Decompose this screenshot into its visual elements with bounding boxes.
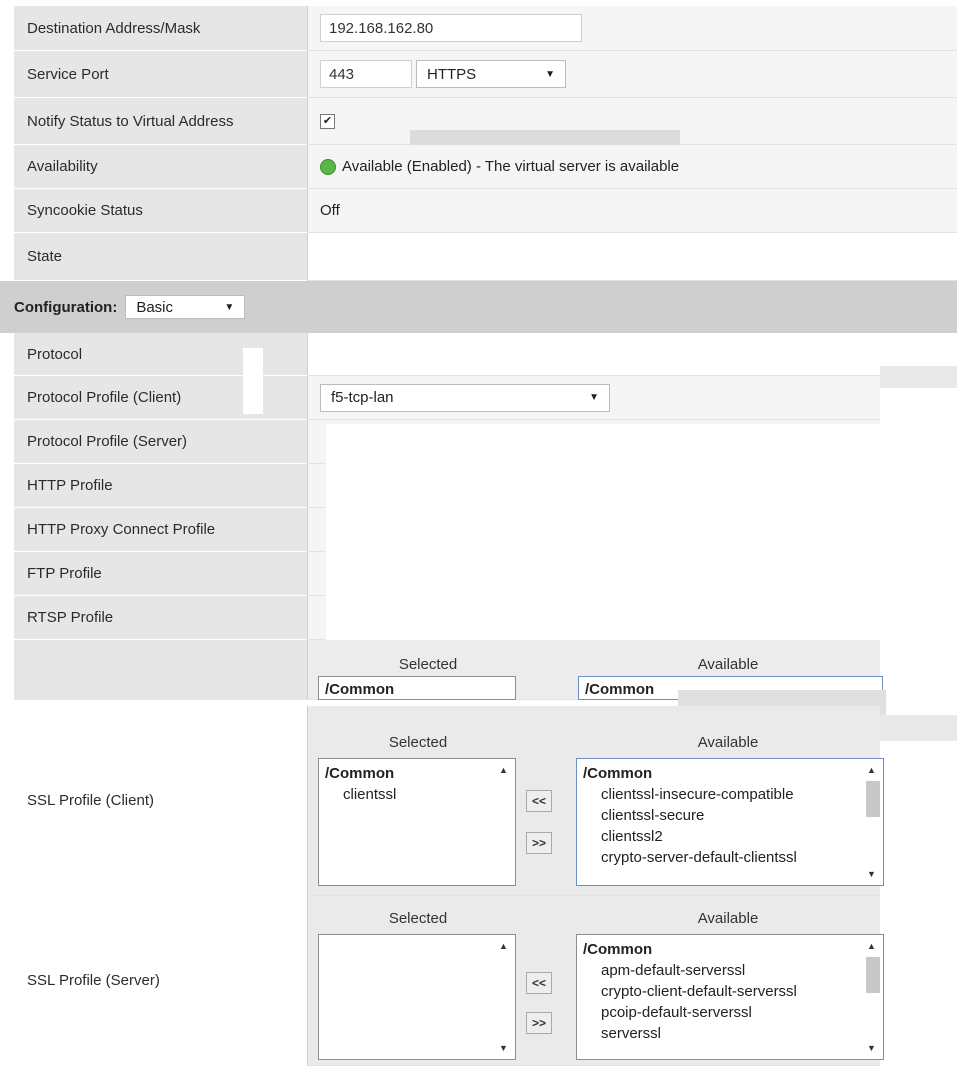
configuration-mode-value: Basic xyxy=(136,298,173,316)
configuration-header: Configuration: Basic ▼ xyxy=(0,281,957,333)
ssl-server-selected-listbox[interactable]: ▲ ▼ xyxy=(318,934,516,1060)
availability-cell: Available (Enabled) - The virtual server… xyxy=(307,145,957,189)
redaction-block xyxy=(880,715,957,741)
protocol-server-label: Protocol Profile (Server) xyxy=(14,420,307,464)
scroll-up-icon: ▲ xyxy=(867,941,876,951)
protocol-client-cell: f5-tcp-lan ▼ xyxy=(307,376,880,420)
row-destination: Destination Address/Mask 192.168.162.80 xyxy=(0,6,957,51)
row-notify: Notify Status to Virtual Address ✔ xyxy=(0,98,957,156)
destination-label: Destination Address/Mask xyxy=(14,6,307,51)
scrollbar[interactable]: ▲ xyxy=(497,765,513,879)
ssl-client-move-left-button[interactable]: << xyxy=(526,790,552,812)
scrollbar[interactable]: ▲ ▼ xyxy=(865,941,881,1053)
ssl-server-label: SSL Profile (Server) xyxy=(14,896,307,1066)
row-service-port: Service Port 443 HTTPS ▼ xyxy=(0,51,957,98)
list-item[interactable]: /Common xyxy=(583,763,877,784)
row-syncookie: Syncookie Status Off xyxy=(0,189,957,233)
scrollbar-thumb[interactable] xyxy=(866,957,880,993)
ssl-client-selected-listbox[interactable]: /Common clientssl ▲ xyxy=(318,758,516,886)
protocol-client-label: Protocol Profile (Client) xyxy=(14,376,307,420)
syncookie-label: Syncookie Status xyxy=(14,189,307,233)
redaction-block xyxy=(243,348,263,414)
scroll-down-icon: ▼ xyxy=(867,1043,876,1053)
chevron-down-icon: ▼ xyxy=(589,392,599,403)
availability-label: Availability xyxy=(14,145,307,189)
list-item[interactable]: apm-default-serverssl xyxy=(583,960,877,981)
configuration-mode-select[interactable]: Basic ▼ xyxy=(125,295,246,319)
scroll-down-icon: ▼ xyxy=(867,869,876,879)
row-ssl-server: SSL Profile (Server) Selected Available … xyxy=(0,896,957,1066)
availability-value: Available (Enabled) - The virtual server… xyxy=(342,158,680,175)
ssl-client-available-listbox[interactable]: /Common clientssl-insecure-compatible clie… xyxy=(576,758,884,886)
list-item[interactable]: /Common xyxy=(583,939,877,960)
list-item[interactable]: /Common xyxy=(325,763,509,784)
ssl-server-available-header: Available xyxy=(697,910,759,927)
destination-input[interactable]: 192.168.162.80 xyxy=(320,14,582,42)
scroll-up-icon: ▲ xyxy=(499,941,508,951)
state-label: State xyxy=(14,233,307,281)
notify-label: Notify Status to Virtual Address xyxy=(14,98,307,145)
row-protocol-client: Protocol Profile (Client) f5-tcp-lan ▼ xyxy=(0,376,957,420)
ssl-server-selected-header: Selected xyxy=(388,910,448,927)
scroll-up-icon: ▲ xyxy=(867,765,876,775)
service-port-protocol-select[interactable]: HTTPS ▼ xyxy=(416,60,566,88)
ssl-client-label: SSL Profile (Client) xyxy=(14,706,307,896)
destination-value-cell: 192.168.162.80 xyxy=(307,6,957,51)
service-port-label: Service Port xyxy=(14,51,307,98)
row-protocol: Protocol xyxy=(0,333,957,376)
ssl-client-selected-header: Selected xyxy=(388,734,448,751)
status-available-icon xyxy=(320,158,336,175)
service-port-cell: 443 HTTPS ▼ xyxy=(307,51,957,98)
configuration-label: Configuration: xyxy=(14,298,118,316)
partial-row-label xyxy=(14,640,307,700)
rtsp-profile-label: RTSP Profile xyxy=(14,596,307,640)
notify-checkbox[interactable]: ✔ xyxy=(320,113,335,129)
syncookie-cell: Off xyxy=(307,189,957,233)
ssl-server-move-left-button[interactable]: << xyxy=(526,972,552,994)
list-item[interactable]: crypto-client-default-serverssl xyxy=(583,981,877,1002)
partial-available-header: Available xyxy=(697,656,759,673)
http-profile-label: HTTP Profile xyxy=(14,464,307,508)
protocol-client-value: f5-tcp-lan xyxy=(331,389,394,406)
redaction-block xyxy=(326,424,880,656)
scroll-up-icon: ▲ xyxy=(499,765,508,775)
list-item[interactable]: clientssl-insecure-compatible xyxy=(583,784,877,805)
protocol-cell xyxy=(307,333,957,376)
list-item[interactable]: pcoip-default-serverssl xyxy=(583,1002,877,1023)
redaction-block xyxy=(880,366,957,388)
partial-selected-listbox[interactable]: /Common xyxy=(318,676,516,700)
list-item[interactable]: serverssl xyxy=(583,1023,877,1044)
service-port-input[interactable]: 443 xyxy=(320,60,412,88)
list-item: /Common xyxy=(325,681,395,698)
list-item[interactable]: crypto-server-default-clientssl xyxy=(583,847,877,868)
list-item[interactable]: clientssl xyxy=(325,784,509,805)
syncookie-value: Off xyxy=(320,202,340,219)
ssl-server-available-listbox[interactable]: /Common apm-default-serverssl crypto-clien… xyxy=(576,934,884,1060)
protocol-client-select[interactable]: f5-tcp-lan ▼ xyxy=(320,383,610,412)
service-port-protocol-value: HTTPS xyxy=(427,65,477,83)
ssl-client-available-header: Available xyxy=(697,734,759,751)
ssl-client-move-right-button[interactable]: >> xyxy=(526,832,552,854)
row-ssl-client: SSL Profile (Client) Selected Available … xyxy=(0,706,957,896)
ftp-profile-label: FTP Profile xyxy=(14,552,307,596)
ssl-server-move-right-button[interactable]: >> xyxy=(526,1012,552,1034)
scrollbar[interactable]: ▲ ▼ xyxy=(497,941,513,1053)
scrollbar-thumb[interactable] xyxy=(866,781,880,817)
protocol-label: Protocol xyxy=(14,333,307,376)
row-availability: Availability Available (Enabled) - The v… xyxy=(0,145,957,189)
list-item[interactable]: clientssl-secure xyxy=(583,805,877,826)
state-cell xyxy=(307,233,957,281)
scrollbar[interactable]: ▲ ▼ xyxy=(865,765,881,879)
ssl-client-cell: Selected Available /Common clientssl ▲ <<… xyxy=(307,706,884,896)
row-state: State xyxy=(0,233,957,281)
chevron-down-icon: ▼ xyxy=(545,68,555,80)
scroll-down-icon: ▼ xyxy=(499,1043,508,1053)
partial-selected-header: Selected xyxy=(398,656,458,673)
chevron-down-icon: ▼ xyxy=(224,301,235,313)
http-proxy-label: HTTP Proxy Connect Profile xyxy=(14,508,307,552)
ssl-server-cell: Selected Available ▲ ▼ << >> /Common apm-… xyxy=(307,896,884,1066)
list-item[interactable]: clientssl2 xyxy=(583,826,877,847)
